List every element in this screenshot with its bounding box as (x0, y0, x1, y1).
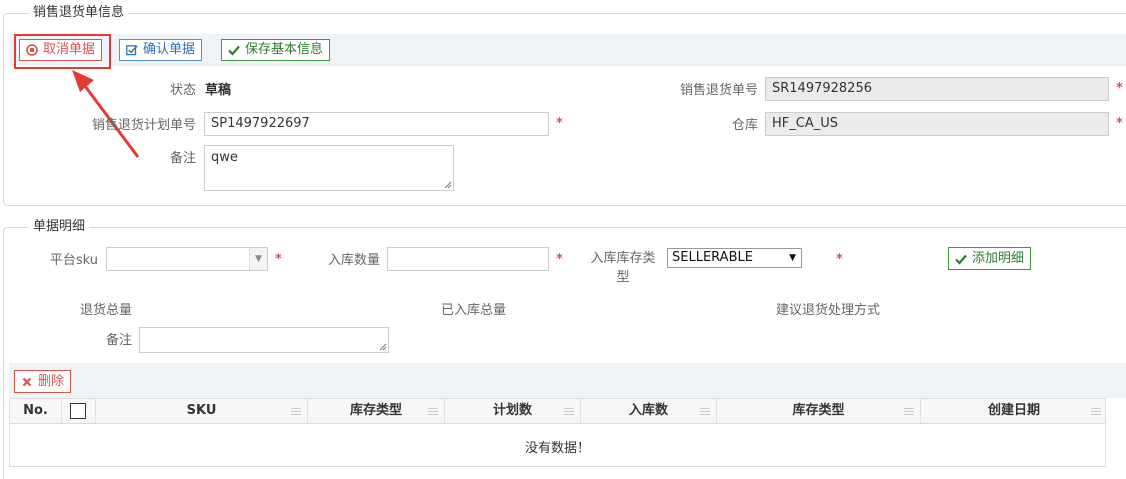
col-stock-type-2[interactable]: 库存类型 (717, 399, 921, 423)
check-icon (955, 253, 967, 265)
col-sku-label: SKU (186, 403, 217, 418)
col-in-qty-label: 入库数 (628, 403, 668, 418)
required-mark: * (1116, 81, 1123, 96)
stock-type-label-line2: 型 (616, 270, 630, 285)
save-basic-info-button[interactable]: 保存基本信息 (221, 39, 331, 61)
confirm-order-label: 确认单据 (143, 42, 196, 57)
check-icon (228, 44, 240, 56)
delete-label: 删除 (38, 373, 65, 389)
remark-text: qwe (211, 150, 238, 165)
delete-button[interactable]: 删除 (14, 370, 72, 393)
col-no: No. (10, 399, 62, 423)
close-icon (21, 376, 33, 388)
column-menu-icon[interactable] (291, 408, 301, 415)
check-square-icon (126, 44, 138, 56)
detail-title: 单据明细 (29, 219, 90, 235)
required-mark: * (836, 252, 843, 267)
annotation-arrow (72, 70, 140, 158)
col-plan-qty[interactable]: 计划数 (445, 399, 581, 423)
received-total-label: 已入库总量 (440, 303, 506, 318)
stock-type-label: 入库库存类 型 (585, 249, 661, 287)
required-mark: * (275, 252, 282, 267)
col-stock-type-label: 库存类型 (349, 403, 402, 418)
grid-body: 没有数据！ (9, 424, 1106, 467)
order-info-title: 销售退货单信息 (29, 5, 129, 21)
grid-toolbar (9, 363, 1126, 398)
plan-no-label: 销售退货计划单号 (91, 118, 196, 133)
cancel-order-button[interactable]: 取消单据 (19, 39, 103, 61)
required-mark: * (556, 252, 563, 267)
save-basic-info-label: 保存基本信息 (245, 42, 324, 57)
column-menu-icon[interactable] (904, 408, 914, 415)
remark-textarea[interactable]: qwe (204, 145, 454, 191)
add-detail-button[interactable]: 添加明细 (948, 247, 1032, 270)
stock-type-value: SELLERABLE (672, 250, 753, 265)
platform-sku-select[interactable]: ▼ (106, 247, 268, 271)
suggest-handling-label: 建议退货处理方式 (775, 303, 880, 318)
column-menu-icon[interactable] (564, 408, 574, 415)
select-all-checkbox[interactable] (70, 403, 86, 419)
return-no-field[interactable]: SR1497928256 (765, 77, 1109, 101)
platform-sku-label: 平台sku (49, 253, 98, 268)
warehouse-field[interactable]: HF_CA_US (765, 112, 1109, 136)
status-value: 草稿 (205, 83, 232, 98)
cancel-order-label: 取消单据 (43, 42, 96, 57)
required-mark: * (1116, 116, 1123, 131)
stop-circle-icon (26, 44, 38, 56)
confirm-order-button[interactable]: 确认单据 (119, 39, 203, 61)
resize-grip-icon[interactable] (379, 343, 387, 351)
warehouse-label: 仓库 (731, 118, 758, 133)
col-in-qty[interactable]: 入库数 (581, 399, 717, 423)
return-no-label: 销售退货单号 (679, 83, 758, 98)
col-plan-qty-label: 计划数 (492, 403, 532, 418)
column-menu-icon[interactable] (700, 408, 710, 415)
col-stock-type[interactable]: 库存类型 (308, 399, 445, 423)
add-detail-label: 添加明细 (972, 250, 1025, 266)
resize-grip-icon[interactable] (444, 181, 452, 189)
in-qty-label: 入库数量 (327, 253, 380, 268)
col-created-date[interactable]: 创建日期 (921, 399, 1107, 423)
col-sku[interactable]: SKU (96, 399, 308, 423)
col-select (62, 399, 96, 423)
empty-message: 没有数据！ (524, 441, 590, 456)
return-total-label: 退货总量 (79, 303, 132, 318)
chevron-down-icon: ▼ (249, 248, 267, 270)
column-menu-icon[interactable] (428, 408, 438, 415)
required-mark: * (556, 116, 563, 131)
col-no-label: No. (23, 403, 48, 418)
status-label: 状态 (169, 83, 196, 98)
in-qty-input[interactable] (387, 247, 549, 271)
stock-type-label-line1: 入库库存类 (590, 251, 656, 266)
col-stock-type-2-label: 库存类型 (792, 403, 845, 418)
plan-no-field[interactable]: SP1497922697 (204, 112, 549, 136)
grid-header: No. SKU 库存类型 计划数 入库数 库存类型 创建日期 (9, 398, 1106, 424)
column-menu-icon[interactable] (1091, 408, 1101, 415)
chevron-down-icon: ▼ (789, 253, 796, 263)
stock-type-select[interactable]: SELLERABLE ▼ (667, 248, 802, 268)
col-created-date-label: 创建日期 (987, 403, 1040, 418)
remark-label: 备注 (169, 151, 196, 166)
detail-remark-textarea[interactable] (139, 327, 389, 353)
detail-remark-label: 备注 (105, 333, 132, 348)
